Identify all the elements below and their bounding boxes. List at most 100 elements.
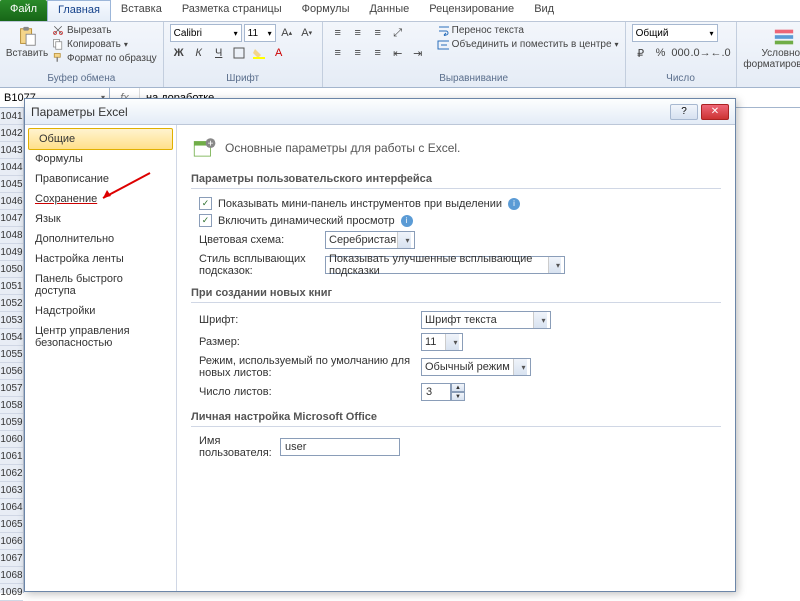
tooltip-style-select[interactable]: Показывать улучшенные всплывающие подска… [325,256,565,274]
copy-icon [52,38,64,50]
indent-inc-button[interactable]: ⇥ [409,44,427,62]
row-header[interactable]: 1049 [0,244,23,261]
align-top-button[interactable]: ≡ [329,24,347,42]
color-scheme-select[interactable]: Серебристая▾ [325,231,415,249]
help-button[interactable]: ? [670,104,698,120]
row-header[interactable]: 1056 [0,363,23,380]
row-header[interactable]: 1046 [0,193,23,210]
align-center-button[interactable]: ≡ [349,44,367,62]
borders-button[interactable] [230,44,248,62]
info-icon[interactable]: i [508,198,520,210]
row-header[interactable]: 1058 [0,397,23,414]
username-input[interactable]: user [280,438,400,456]
spin-up-icon[interactable]: ▲ [451,383,465,392]
row-header[interactable]: 1044 [0,159,23,176]
row-header[interactable]: 1051 [0,278,23,295]
checkbox-mini-toolbar[interactable]: ✓ [199,197,212,210]
row-header[interactable]: 1052 [0,295,23,312]
percent-button[interactable]: % [652,44,670,62]
row-header[interactable]: 1042 [0,125,23,142]
row-header[interactable]: 1063 [0,482,23,499]
checkbox-live-preview[interactable]: ✓ [199,214,212,227]
wrap-text-button[interactable]: Перенос текста [437,24,619,36]
row-header[interactable]: 1067 [0,550,23,567]
row-header[interactable]: 1054 [0,329,23,346]
row-header[interactable]: 1053 [0,312,23,329]
row-header[interactable]: 1045 [0,176,23,193]
font-name-combo[interactable]: Calibri▾ [170,24,242,42]
default-size-select[interactable]: 11▾ [421,333,463,351]
align-middle-button[interactable]: ≡ [349,24,367,42]
row-header[interactable]: 1048 [0,227,23,244]
default-view-select[interactable]: Обычный режим▾ [421,358,531,376]
nav-qat[interactable]: Панель быстрого доступа [25,269,176,301]
paste-button[interactable]: Вставить [6,24,48,61]
row-header[interactable]: 1060 [0,431,23,448]
spin-down-icon[interactable]: ▼ [451,392,465,401]
nav-save[interactable]: Сохранение [25,189,176,209]
row-header[interactable]: 1064 [0,499,23,516]
nav-customize-ribbon[interactable]: Настройка ленты [25,249,176,269]
underline-button[interactable]: Ч [210,44,228,62]
tab-review[interactable]: Рецензирование [419,0,524,21]
shrink-font-button[interactable]: A▾ [298,24,316,42]
paste-icon [16,26,38,48]
row-header[interactable]: 1043 [0,142,23,159]
info-icon[interactable]: i [401,215,413,227]
chevron-down-icon: ▾ [513,359,527,375]
row-header[interactable]: 1055 [0,346,23,363]
cond-format-button[interactable]: Условное форматирование [743,24,800,72]
cut-button[interactable]: Вырезать [52,24,157,36]
fill-color-button[interactable] [250,44,268,62]
row-header[interactable]: 1062 [0,465,23,482]
font-color-button[interactable]: A [270,44,288,62]
comma-button[interactable]: 000 [672,44,690,62]
default-font-select[interactable]: Шрифт текста▾ [421,311,551,329]
row-header[interactable]: 1057 [0,380,23,397]
row-header[interactable]: 1059 [0,414,23,431]
align-right-button[interactable]: ≡ [369,44,387,62]
dialog-titlebar[interactable]: Параметры Excel ? ✕ [25,99,735,125]
tab-view[interactable]: Вид [524,0,564,21]
nav-addins[interactable]: Надстройки [25,301,176,321]
copy-button[interactable]: Копировать▾ [52,38,157,50]
tab-home[interactable]: Главная [47,0,111,21]
nav-formulas[interactable]: Формулы [25,149,176,169]
row-header[interactable]: 1066 [0,533,23,550]
tab-formulas[interactable]: Формулы [292,0,360,21]
orientation-button[interactable]: ⤢ [389,24,407,42]
tab-file[interactable]: Файл [0,0,47,21]
currency-button[interactable]: ₽ [632,44,650,62]
row-header[interactable]: 1061 [0,448,23,465]
inc-decimal-button[interactable]: .0→ [692,44,710,62]
sheet-count-spinner[interactable]: 3 ▲▼ [421,383,465,401]
row-header[interactable]: 1050 [0,261,23,278]
row-header[interactable]: 1047 [0,210,23,227]
align-left-button[interactable]: ≡ [329,44,347,62]
nav-advanced[interactable]: Дополнительно [25,229,176,249]
tab-insert[interactable]: Вставка [111,0,172,21]
bold-button[interactable]: Ж [170,44,188,62]
font-size-combo[interactable]: 11▾ [244,24,276,42]
row-header[interactable]: 1041 [0,108,23,125]
nav-trust-center[interactable]: Центр управления безопасностью [25,321,176,353]
grow-font-button[interactable]: A▴ [278,24,296,42]
tab-data[interactable]: Данные [359,0,419,21]
content-header: Основные параметры для работы с Excel. [191,135,721,161]
nav-language[interactable]: Язык [25,209,176,229]
nav-general[interactable]: Общие [28,128,173,150]
italic-button[interactable]: К [190,44,208,62]
nav-proofing[interactable]: Правописание [25,169,176,189]
row-header[interactable]: 1065 [0,516,23,533]
row-header[interactable]: 1068 [0,567,23,584]
indent-dec-button[interactable]: ⇤ [389,44,407,62]
row-tooltip-style: Стиль всплывающих подсказок: Показывать … [191,253,721,277]
dec-decimal-button[interactable]: ←.0 [712,44,730,62]
align-bottom-button[interactable]: ≡ [369,24,387,42]
row-default-size: Размер: 11▾ [191,333,721,351]
close-button[interactable]: ✕ [701,104,729,120]
number-format-combo[interactable]: Общий▾ [632,24,718,42]
merge-center-button[interactable]: Объединить и поместить в центре▾ [437,38,619,50]
format-painter-button[interactable]: Формат по образцу [52,52,157,64]
tab-page-layout[interactable]: Разметка страницы [172,0,292,21]
